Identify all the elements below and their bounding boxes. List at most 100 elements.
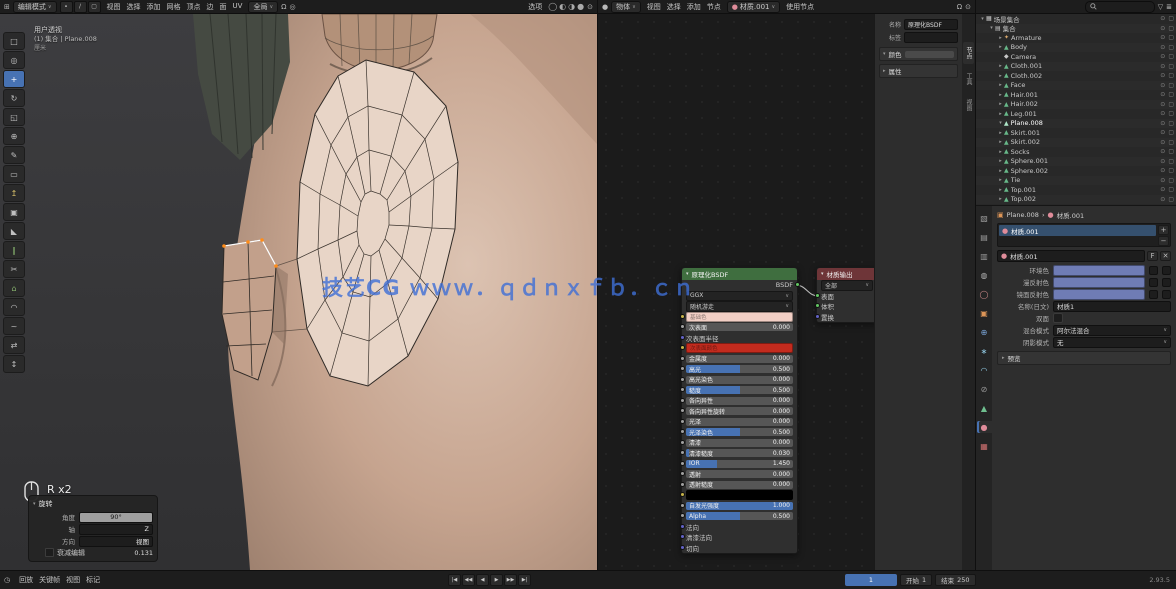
disable-render-toggle[interactable]: ▢ xyxy=(1168,167,1174,174)
hide-viewport-toggle[interactable]: ⊙ xyxy=(1160,15,1165,22)
color-field[interactable] xyxy=(1053,265,1145,276)
editor-type-icon[interactable]: ● xyxy=(602,3,608,11)
expand-arrow-icon[interactable]: ▸ xyxy=(997,35,1004,41)
enum-dropdown[interactable]: 全部 ∨ xyxy=(821,280,873,291)
value-slider[interactable]: 各向异性 0.000 xyxy=(686,397,793,405)
expand-arrow-icon[interactable]: ▸ xyxy=(997,177,1004,183)
outliner-row[interactable]: ▸ ▲ Hair.002 ⊙ ▢ xyxy=(976,100,1176,110)
node-row[interactable]: 置换 置换 ∨ xyxy=(817,312,877,323)
input-socket[interactable] xyxy=(680,440,685,445)
select-mode-button[interactable]: ∙ xyxy=(60,1,73,13)
hide-viewport-toggle[interactable]: ⊙ xyxy=(1160,177,1165,184)
properties-tab[interactable]: ⊕ xyxy=(977,326,992,338)
tool-button[interactable]: ◠ xyxy=(3,298,25,316)
filter-options-icon[interactable]: ≣ xyxy=(1166,3,1172,11)
expand-arrow-icon[interactable]: ▸ xyxy=(997,196,1004,202)
preview-section-header[interactable]: ▸ 预览 xyxy=(997,351,1171,365)
overlays-icon[interactable]: ⊙ xyxy=(965,3,971,11)
value-slider[interactable]: 金属度 0.000 xyxy=(686,355,793,363)
object-name[interactable]: Leg.001 xyxy=(1011,110,1158,118)
hide-viewport-toggle[interactable]: ⊙ xyxy=(1160,186,1165,193)
value-slider[interactable]: 透射 0.000 xyxy=(686,470,793,478)
disable-render-toggle[interactable]: ▢ xyxy=(1168,15,1174,22)
node-row[interactable]: 清漆法向 清漆法向 清漆法向 清漆法向 ∨ xyxy=(682,532,797,543)
color-field[interactable] xyxy=(1053,277,1145,288)
disable-render-toggle[interactable]: ▢ xyxy=(1168,25,1174,32)
sidebar-tab[interactable]: 节点 xyxy=(963,42,974,64)
outliner-row[interactable]: ▸ ▲ Skirt.002 ⊙ ▢ xyxy=(976,138,1176,148)
outliner-search-input[interactable] xyxy=(1085,1,1155,13)
shading-mode-button[interactable]: ◯ xyxy=(548,2,557,11)
node-row[interactable]: 法向 法向 法向 法向 ∨ xyxy=(682,522,797,533)
outliner-row[interactable]: ▸ ▲ Skirt.001 ⊙ ▢ xyxy=(976,128,1176,138)
tool-button[interactable]: □ xyxy=(3,32,25,50)
outliner-row[interactable]: ▸ ▲ Cloth.002 ⊙ ▢ xyxy=(976,71,1176,81)
tool-button[interactable]: ⌂ xyxy=(3,279,25,297)
outliner-row[interactable]: ▸ ▲ Sphere.001 ⊙ ▢ xyxy=(976,157,1176,167)
properties-tab[interactable]: ▥ xyxy=(977,250,992,262)
material-slot[interactable]: ● 材质.001 xyxy=(999,225,1156,236)
shader-menu-item[interactable]: 节点 xyxy=(704,2,724,12)
breadcrumb-object[interactable]: Plane.008 xyxy=(1007,211,1039,219)
checkbox[interactable] xyxy=(1053,313,1063,323)
object-name[interactable]: Face xyxy=(1011,81,1158,89)
expand-arrow-icon[interactable]: ▸ xyxy=(997,187,1004,193)
tool-button[interactable]: ⊕ xyxy=(3,127,25,145)
shading-mode-button[interactable]: ◑ xyxy=(568,2,575,11)
hide-viewport-toggle[interactable]: ⊙ xyxy=(1160,139,1165,146)
object-name[interactable]: Tie xyxy=(1011,176,1158,184)
hide-viewport-toggle[interactable]: ⊙ xyxy=(1160,82,1165,89)
shader-type-dropdown[interactable]: 物体 ∨ xyxy=(611,1,641,13)
node-row[interactable]: 自发光 自发光 自发光 自发光 ∨ xyxy=(682,490,797,501)
value-slider[interactable]: IOR 1.450 xyxy=(686,460,793,468)
node-row[interactable]: 金属度 金属度 0.000 金属度 金属度 ∨ xyxy=(682,354,797,365)
transport-button[interactable]: |◀ xyxy=(448,574,461,586)
disable-render-toggle[interactable]: ▢ xyxy=(1168,158,1174,165)
hide-viewport-toggle[interactable]: ⊙ xyxy=(1160,25,1165,32)
value-slider[interactable]: 光泽染色 0.500 xyxy=(686,428,793,436)
object-name[interactable]: Top.002 xyxy=(1011,195,1158,203)
object-name[interactable]: Cloth.001 xyxy=(1011,62,1158,70)
outliner-row[interactable]: ▸ ▲ Socks ⊙ ▢ xyxy=(976,147,1176,157)
expand-arrow-icon[interactable]: ▸ xyxy=(997,111,1004,117)
input-socket[interactable] xyxy=(680,419,685,424)
outliner-row[interactable]: ▸ ✦ Armature ⊙ ▢ xyxy=(976,33,1176,43)
breadcrumb-material[interactable]: 材质.001 xyxy=(1057,210,1084,220)
remove-slot-button[interactable]: − xyxy=(1158,236,1169,246)
input-socket[interactable] xyxy=(680,366,685,371)
orientation-dropdown[interactable]: 全局 ∨ xyxy=(248,1,278,13)
properties-tab[interactable]: ⊘ xyxy=(977,383,992,395)
options-dropdown[interactable]: 选项 xyxy=(525,2,545,12)
hide-viewport-toggle[interactable]: ⊙ xyxy=(1160,110,1165,117)
input-socket[interactable] xyxy=(680,524,685,529)
shading-mode-button[interactable]: ● xyxy=(577,2,584,11)
value-slider[interactable]: 光泽 0.000 xyxy=(686,418,793,426)
tool-button[interactable]: ↕ xyxy=(3,355,25,373)
frame-start-field[interactable]: 开始 1 xyxy=(900,574,932,586)
properties-tab[interactable]: ◠ xyxy=(977,364,992,376)
transport-button[interactable]: ▶| xyxy=(518,574,531,586)
object-name[interactable]: Skirt.001 xyxy=(1011,129,1158,137)
expand-arrow-icon[interactable]: ▸ xyxy=(997,158,1004,164)
frame-end-field[interactable]: 结束 250 xyxy=(935,574,975,586)
timeline-menu-item[interactable]: 标记 xyxy=(83,575,103,585)
panel-open-icon[interactable]: ▾ xyxy=(33,501,36,507)
node-row[interactable]: Alpha Alpha 0.500 Alpha Alpha ∨ xyxy=(682,511,797,522)
value-slider[interactable]: 自发光强度 1.000 xyxy=(686,502,793,510)
proportional-edit-icon[interactable]: ◎ xyxy=(290,3,296,11)
viewport-menu-item[interactable]: 添加 xyxy=(144,2,164,12)
node-row[interactable]: 全部 全部 ∨ xyxy=(817,280,877,291)
input-socket[interactable] xyxy=(680,450,685,455)
input-socket[interactable] xyxy=(680,503,685,508)
expand-arrow-icon[interactable]: ▸ xyxy=(997,82,1004,88)
object-name[interactable]: Sphere.001 xyxy=(1011,157,1158,165)
node-row[interactable]: IOR IOR 1.450 IOR IOR ∨ xyxy=(682,459,797,470)
input-socket[interactable] xyxy=(815,314,820,319)
shader-menu-item[interactable]: 选择 xyxy=(664,2,684,12)
tool-button[interactable]: ▣ xyxy=(3,203,25,221)
object-name[interactable]: Socks xyxy=(1011,148,1158,156)
node-row[interactable]: 各向异性 各向异性 0.000 各向异性 各向异性 ∨ xyxy=(682,396,797,407)
viewport-menu-item[interactable]: 顶点 xyxy=(184,2,204,12)
tool-button[interactable]: ∥ xyxy=(3,241,25,259)
expand-arrow-icon[interactable]: ▸ xyxy=(997,44,1004,50)
